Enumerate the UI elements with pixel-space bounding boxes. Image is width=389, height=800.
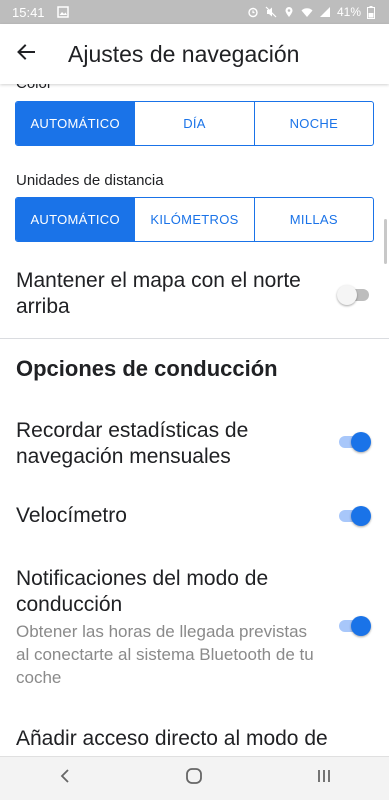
- wifi-icon: [301, 6, 313, 18]
- status-bar: 15:41 41%: [0, 0, 389, 24]
- toggle-thumb: [337, 285, 357, 305]
- color-option-auto[interactable]: AUTOMÁTICO: [16, 102, 135, 145]
- distance-option-km[interactable]: KILÓMETROS: [134, 198, 253, 241]
- driving-notifications-description: Obtener las horas de llegada previstas a…: [16, 622, 314, 687]
- color-segmented-control: AUTOMÁTICO DÍA NOCHE: [15, 101, 374, 146]
- monthly-stats-row[interactable]: Recordar estadísticas de navegación mens…: [0, 414, 389, 474]
- system-back-button[interactable]: [35, 757, 95, 800]
- speedometer-row[interactable]: Velocímetro: [0, 499, 389, 539]
- status-right: 41%: [247, 5, 379, 19]
- driving-notifications-label: Notificaciones del modo de conducción: [16, 567, 269, 616]
- color-section-label: Color: [16, 84, 52, 92]
- driving-notifications-row[interactable]: Notificaciones del modo de conducción Ob…: [0, 562, 389, 692]
- system-home-button[interactable]: [164, 757, 224, 800]
- add-shortcut-row[interactable]: Añadir acceso directo al modo de: [0, 722, 389, 756]
- north-up-toggle[interactable]: [337, 284, 371, 306]
- status-left: 15:41: [12, 5, 69, 20]
- divider: [0, 338, 389, 339]
- distance-option-miles[interactable]: MILLAS: [253, 198, 373, 241]
- driving-options-header: Opciones de conducción: [16, 356, 278, 381]
- color-option-day[interactable]: DÍA: [134, 102, 253, 145]
- page-title: Ajustes de navegación: [68, 40, 300, 67]
- settings-content[interactable]: Color AUTOMÁTICO DÍA NOCHE Unidades de d…: [0, 84, 389, 756]
- image-notification-icon: [56, 6, 69, 18]
- system-recents-button[interactable]: [294, 757, 354, 800]
- monthly-stats-label: Recordar estadísticas de navegación mens…: [16, 419, 249, 468]
- toggle-thumb: [351, 432, 371, 452]
- location-icon: [283, 6, 295, 18]
- battery-icon: [367, 6, 379, 19]
- speedometer-label: Velocímetro: [16, 504, 127, 527]
- north-up-label: Mantener el mapa con el norte arriba: [16, 269, 301, 318]
- arrow-left-icon: [16, 42, 36, 67]
- recents-icon: [316, 768, 332, 789]
- home-circle-icon: [185, 767, 203, 790]
- speedometer-toggle[interactable]: [337, 505, 371, 527]
- system-nav-bar: [0, 756, 389, 800]
- monthly-stats-toggle[interactable]: [337, 431, 371, 453]
- add-shortcut-label: Añadir acceso directo al modo de: [16, 727, 328, 750]
- alarm-icon: [247, 6, 259, 18]
- battery-percent: 41%: [336, 5, 361, 19]
- toggle-thumb: [351, 506, 371, 526]
- status-time: 15:41: [12, 4, 45, 20]
- app-bar: Ajustes de navegación: [0, 24, 389, 84]
- signal-icon: [319, 6, 331, 18]
- driving-notifications-toggle[interactable]: [337, 615, 371, 637]
- north-up-row[interactable]: Mantener el mapa con el norte arriba: [0, 264, 389, 334]
- distance-section-label: Unidades de distancia: [16, 172, 164, 189]
- scrollbar[interactable]: [384, 219, 387, 264]
- back-button[interactable]: [0, 24, 52, 84]
- toggle-thumb: [351, 616, 371, 636]
- distance-option-auto[interactable]: AUTOMÁTICO: [16, 198, 135, 241]
- mute-icon: [265, 6, 277, 18]
- chevron-left-icon: [59, 768, 71, 789]
- distance-segmented-control: AUTOMÁTICO KILÓMETROS MILLAS: [15, 197, 374, 242]
- color-option-night[interactable]: NOCHE: [253, 102, 373, 145]
